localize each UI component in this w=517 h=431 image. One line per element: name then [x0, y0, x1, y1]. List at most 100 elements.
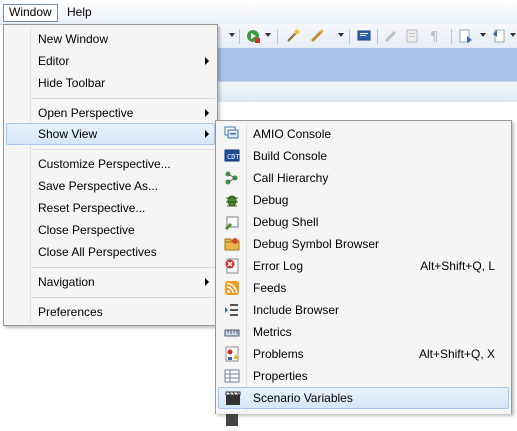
view-item-partial[interactable]	[218, 409, 509, 431]
edit-disabled-icon[interactable]	[383, 28, 399, 44]
view-item-debug[interactable]: Debug	[218, 189, 509, 211]
window-menu: New Window Editor Hide Toolbar Open Pers…	[3, 24, 218, 326]
submenu-arrow-icon	[205, 57, 209, 65]
perspective-bar	[215, 81, 517, 103]
menu-item-label: Debug	[253, 193, 289, 207]
view-item-problems[interactable]: Problems Alt+Shift+Q, X	[218, 343, 509, 365]
wand-icon[interactable]	[285, 28, 301, 44]
menu-item-label: Debug Shell	[253, 215, 319, 229]
view-item-call-hierarchy[interactable]: Call Hierarchy	[218, 167, 509, 189]
pilcrow-icon[interactable]: ¶	[427, 28, 443, 44]
toolbar-separator	[349, 29, 350, 44]
prev-annotation-icon[interactable]	[491, 28, 507, 44]
dropdown-arrow-icon[interactable]	[265, 33, 271, 37]
menu-item-preferences[interactable]: Preferences	[6, 301, 215, 323]
menu-item-label: AMIO Console	[253, 127, 332, 141]
toolbar-separator	[277, 29, 278, 44]
menu-help[interactable]: Help	[62, 4, 97, 21]
menu-item-accelerator: Alt+Shift+Q, X	[418, 347, 495, 361]
menu-item-label: Show View	[38, 127, 98, 141]
menu-item-label: Build Console	[253, 149, 328, 163]
menu-item-navigation[interactable]: Navigation	[6, 271, 215, 293]
dropdown-arrow-icon[interactable]	[480, 33, 486, 37]
menu-item-label: New Window	[38, 32, 109, 46]
view-item-metrics[interactable]: Metrics	[218, 321, 509, 343]
menu-item-label: Close Perspective	[38, 223, 135, 237]
menu-item-label: Problems	[253, 347, 304, 361]
menu-separator	[32, 267, 215, 268]
menu-item-accelerator: Alt+Shift+Q, L	[420, 259, 495, 273]
menu-item-label: Metrics	[253, 325, 292, 339]
metrics-icon	[224, 329, 240, 337]
build-console-icon: CDT	[224, 149, 240, 162]
submenu-arrow-icon	[205, 109, 209, 117]
menu-item-close-all-perspectives[interactable]: Close All Perspectives	[6, 241, 215, 263]
view-item-properties[interactable]: Properties	[218, 365, 509, 387]
menu-item-label: Include Browser	[253, 303, 340, 317]
monitor-icon[interactable]	[356, 28, 372, 44]
next-annotation-icon[interactable]	[458, 28, 474, 44]
view-item-debug-shell[interactable]: Debug Shell	[218, 211, 509, 233]
view-item-scenario-variables[interactable]: Scenario Variables	[218, 387, 509, 409]
toolbar-separator	[451, 29, 452, 44]
run-icon[interactable]	[245, 28, 261, 44]
menu-item-label: Open Perspective	[38, 106, 134, 120]
document-disabled-icon[interactable]	[404, 28, 420, 44]
view-item-error-log[interactable]: Error Log Alt+Shift+Q, L	[218, 255, 509, 277]
view-item-debug-symbol-browser[interactable]: Debug Symbol Browser	[218, 233, 509, 255]
error-log-icon	[225, 258, 239, 274]
menu-item-reset-perspective[interactable]: Reset Perspective...	[6, 197, 215, 219]
problems-icon	[225, 346, 239, 362]
view-item-include-browser[interactable]: Include Browser	[218, 299, 509, 321]
menu-item-label: Preferences	[38, 305, 103, 319]
pencil-icon[interactable]	[309, 28, 325, 44]
menu-item-customize-perspective[interactable]: Customize Perspective...	[6, 153, 215, 175]
menu-item-save-perspective-as[interactable]: Save Perspective As...	[6, 175, 215, 197]
call-hierarchy-icon	[225, 171, 238, 185]
menu-item-label: Feeds	[253, 281, 287, 295]
menu-window[interactable]: Window	[3, 4, 58, 22]
menu-item-label: Hide Toolbar	[38, 76, 106, 90]
submenu-arrow-icon	[205, 278, 209, 286]
menu-item-label: Call Hierarchy	[253, 171, 329, 185]
include-browser-icon	[225, 304, 238, 316]
menu-item-open-perspective[interactable]: Open Perspective	[6, 102, 215, 124]
view-item-build-console[interactable]: CDT Build Console	[218, 145, 509, 167]
main-toolbar: ¶	[215, 24, 517, 48]
menu-separator	[32, 98, 215, 99]
rss-feed-icon	[225, 281, 239, 295]
submenu-arrow-icon	[205, 130, 209, 138]
menu-item-new-window[interactable]: New Window	[6, 28, 215, 50]
svg-text:CDT: CDT	[227, 153, 240, 161]
clapperboard-icon	[225, 391, 241, 405]
menu-item-label: Reset Perspective...	[38, 201, 146, 215]
toolbar-separator	[239, 29, 240, 44]
menu-item-label: Error Log	[253, 259, 304, 273]
menu-separator	[32, 149, 215, 150]
partial-item-icon	[226, 414, 238, 426]
menu-item-label: Properties	[253, 369, 308, 383]
symbol-browser-icon	[224, 238, 240, 251]
menu-item-label: Close All Perspectives	[38, 245, 157, 259]
dropdown-arrow-icon[interactable]	[338, 33, 344, 37]
dropdown-arrow-icon[interactable]	[510, 33, 516, 37]
view-item-feeds[interactable]: Feeds	[218, 277, 509, 299]
menu-item-show-view[interactable]: Show View	[6, 123, 215, 145]
dropdown-arrow-icon[interactable]	[229, 33, 235, 37]
show-view-submenu: AMIO Console CDT Build Console Call Hier…	[215, 120, 512, 426]
menu-item-label: Navigation	[38, 275, 95, 289]
menu-item-label: Save Perspective As...	[38, 179, 159, 193]
menu-item-label: Debug Symbol Browser	[253, 237, 380, 251]
menu-item-hide-toolbar[interactable]: Hide Toolbar	[6, 72, 215, 94]
view-item-amio-console[interactable]: AMIO Console	[218, 123, 509, 145]
menu-item-label: Editor	[38, 54, 70, 68]
menu-item-editor[interactable]: Editor	[6, 50, 215, 72]
menu-item-label: Scenario Variables	[253, 391, 353, 405]
properties-icon	[224, 369, 240, 383]
svg-text:¶: ¶	[430, 30, 438, 44]
debug-shell-icon	[225, 216, 239, 230]
menu-bar: Window Help	[0, 0, 517, 25]
menu-separator	[32, 297, 215, 298]
menu-item-close-perspective[interactable]: Close Perspective	[6, 219, 215, 241]
menu-item-label: Customize Perspective...	[38, 157, 171, 171]
